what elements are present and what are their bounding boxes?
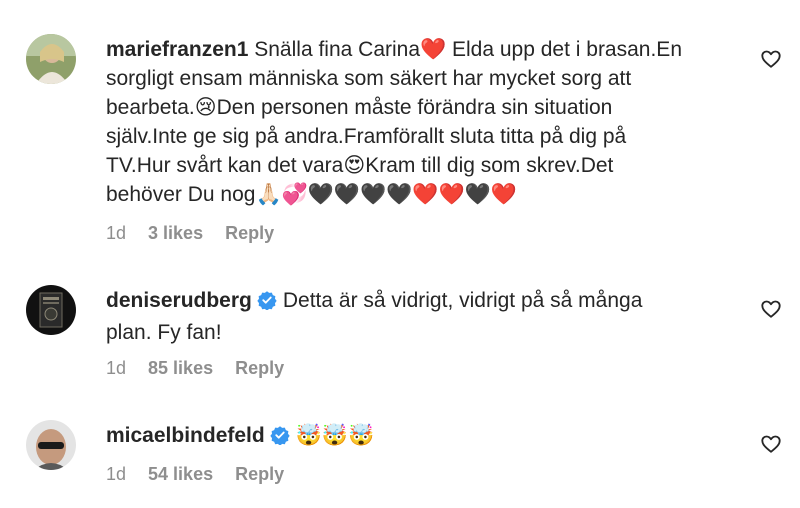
comment-text: 🤯🤯🤯	[295, 424, 375, 447]
comment-body: mariefranzen1 Snälla fina Carina❤️ Elda …	[106, 35, 726, 209]
comment-likes[interactable]: 85 likes	[148, 358, 213, 379]
comment-meta: 1d 54 likes Reply	[106, 464, 284, 485]
comment-meta: 1d 85 likes Reply	[106, 358, 284, 379]
verified-badge-icon	[270, 424, 290, 453]
reply-button[interactable]: Reply	[235, 358, 284, 379]
comment-likes[interactable]: 54 likes	[148, 464, 213, 485]
avatar[interactable]	[26, 285, 76, 335]
comment-username[interactable]: micaelbindefeld	[106, 424, 265, 447]
comment-text: Snälla fina Carina❤️ Elda upp det i bras…	[106, 38, 682, 206]
avatar[interactable]	[26, 34, 76, 84]
comment-likes[interactable]: 3 likes	[148, 223, 203, 244]
reply-button[interactable]: Reply	[235, 464, 284, 485]
verified-badge-icon	[257, 289, 277, 318]
comment-time[interactable]: 1d	[106, 464, 126, 485]
comment-username[interactable]: mariefranzen1	[106, 38, 248, 61]
comment-time[interactable]: 1d	[106, 358, 126, 379]
reply-button[interactable]: Reply	[225, 223, 274, 244]
comment-meta: 1d 3 likes Reply	[106, 223, 274, 244]
comment-time[interactable]: 1d	[106, 223, 126, 244]
comment-body: deniserudberg Detta är så vidrigt, vidrig…	[106, 286, 726, 347]
avatar[interactable]	[26, 420, 76, 470]
comment-username[interactable]: deniserudberg	[106, 289, 252, 312]
comment-body: micaelbindefeld 🤯🤯🤯	[106, 421, 726, 453]
heart-outline-icon[interactable]	[760, 298, 782, 320]
heart-outline-icon[interactable]	[760, 48, 782, 70]
heart-outline-icon[interactable]	[760, 433, 782, 455]
